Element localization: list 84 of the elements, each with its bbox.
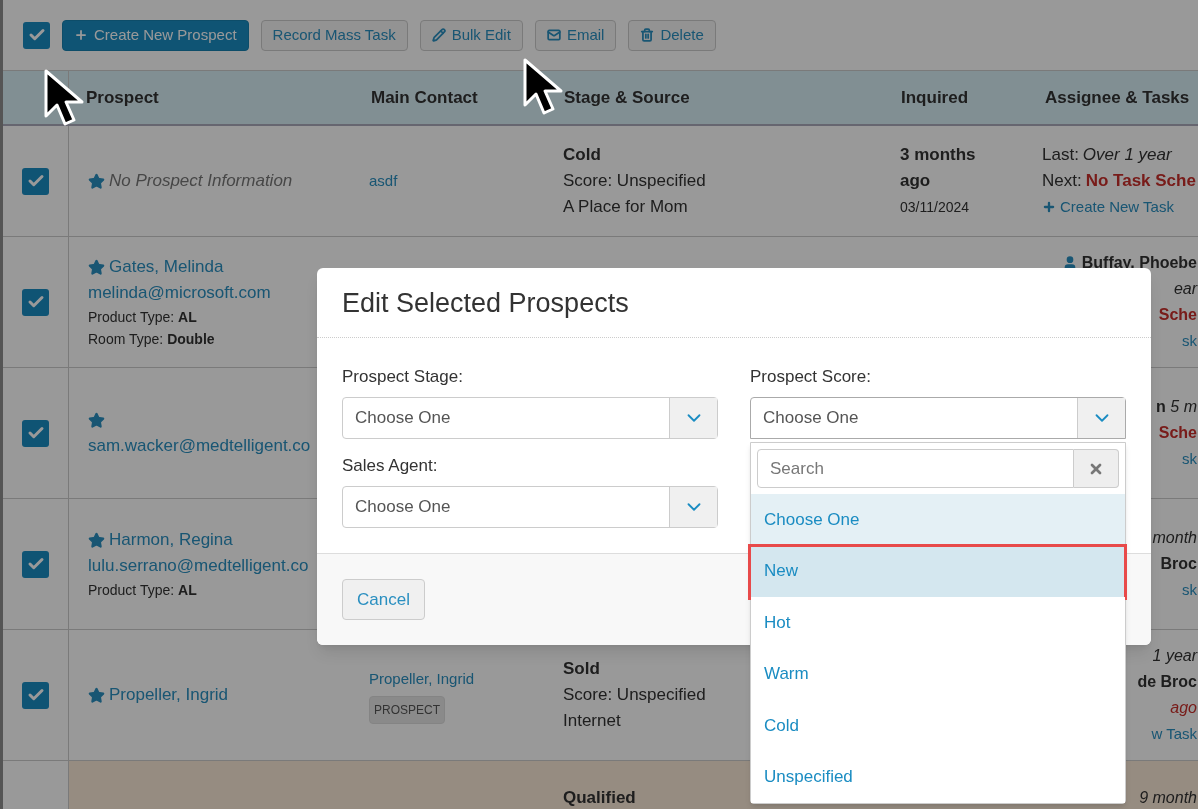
prospect-name: No Prospect Information [109, 170, 293, 192]
info-text: Score: Unspecified [563, 170, 706, 192]
date-text: 03/11/2024 [900, 198, 970, 217]
envelope-icon [546, 28, 561, 42]
checkbox[interactable] [22, 288, 49, 316]
task-label: Next: [1042, 170, 1082, 192]
field-label: Sales Agent: [342, 455, 439, 477]
alert-text: ago [1170, 698, 1197, 718]
checkbox[interactable] [22, 167, 49, 195]
star-icon[interactable] [88, 686, 105, 704]
toolbar-button[interactable]: Record Mass Task [260, 19, 408, 51]
field-label: Prospect Stage: [342, 366, 464, 388]
bold-text: 3 months ago [900, 144, 977, 192]
task-value: Over 1 year [1082, 144, 1172, 166]
italic-text: 1 year [1152, 646, 1197, 666]
star-icon[interactable] [88, 531, 105, 549]
create-task-link[interactable]: Create New Task [1060, 194, 1174, 220]
select-field[interactable]: Choose One [750, 397, 1126, 439]
column-header: Main Contact [371, 86, 478, 109]
task-link[interactable]: sk [1182, 577, 1197, 603]
detail-text: Product Type: AL [88, 581, 197, 600]
task-link[interactable]: sk [1182, 328, 1197, 354]
alert-text: Sche [1158, 305, 1197, 325]
toolbar-button[interactable]: Email [534, 19, 617, 51]
italic-text: month [1152, 528, 1197, 548]
field-label: Prospect Score: [750, 366, 872, 388]
column-header: Prospect [86, 86, 159, 109]
email-link[interactable]: melinda@microsoft.com [88, 280, 271, 306]
dropdown-option[interactable]: Hot [751, 597, 1125, 649]
alert-text: Sche [1158, 423, 1197, 443]
dialog-title: Edit Selected Prospects [342, 289, 629, 316]
info-text: Score: Unspecified [563, 684, 706, 706]
pencil-icon [431, 28, 446, 42]
bold-text: Cold [563, 144, 601, 166]
column-header: Assignee & Tasks [1045, 86, 1190, 109]
cancel-button[interactable]: Cancel [342, 579, 425, 620]
star-icon[interactable] [88, 411, 105, 429]
info-text: A Place for Mom [563, 196, 688, 218]
clear-button[interactable] [1074, 449, 1119, 488]
plus-icon [1042, 200, 1056, 214]
task-link[interactable]: w Task [1151, 721, 1197, 747]
detail-text: Room Type: Double [88, 330, 215, 349]
bold-text: Broc [1160, 554, 1197, 574]
bold-text: Qualified [563, 787, 636, 809]
email-link[interactable]: lulu.serrano@medtelligent.co [88, 553, 309, 579]
toolbar-button[interactable]: Create New Prospect [62, 19, 249, 51]
checkbox[interactable] [23, 21, 50, 49]
prospect-link[interactable]: Propeller, Ingrid [109, 682, 229, 708]
search-field[interactable]: Search [757, 449, 1074, 488]
dropdown-option[interactable]: Choose One [751, 494, 1125, 546]
italic-text: 9 month [1139, 788, 1197, 808]
trash-icon [640, 28, 655, 42]
task-label: Last: [1042, 144, 1079, 166]
dropdown-option[interactable]: Unspecified [751, 751, 1125, 803]
email-link[interactable]: sam.wacker@medtelligent.co [88, 433, 311, 459]
dropdown-option[interactable]: Warm [751, 648, 1125, 700]
dropdown-option[interactable]: Cold [751, 700, 1125, 752]
toolbar-button[interactable]: Bulk Edit [419, 19, 523, 51]
toolbar-button[interactable]: Delete [628, 19, 716, 51]
info-text: Internet [563, 710, 621, 732]
select-field[interactable]: Choose One [342, 397, 718, 439]
dropdown-option[interactable]: New [751, 545, 1125, 597]
plus-icon [74, 28, 88, 42]
task-link[interactable]: asdf [369, 168, 398, 194]
column-header: Stage & Source [564, 86, 690, 109]
italic-text: ear [1173, 279, 1197, 299]
prospect-tag: PROSPECT [369, 696, 445, 724]
prospect-link[interactable]: Gates, Melinda [109, 254, 224, 280]
task-text: n 5 m [1156, 397, 1197, 417]
star-icon[interactable] [88, 258, 105, 276]
checkbox[interactable] [22, 550, 49, 578]
assignee-name: Buffay, Phoebe [1081, 253, 1197, 273]
task-link[interactable]: sk [1182, 446, 1197, 472]
bold-text: de Broc [1137, 672, 1197, 692]
column-header: Inquired [901, 86, 969, 109]
prospect-link[interactable]: Harmon, Regina [109, 527, 233, 553]
checkbox[interactable] [22, 419, 49, 447]
select-field[interactable]: Choose One [342, 486, 718, 528]
detail-text: Product Type: AL [88, 308, 197, 327]
bold-text: Sold [563, 658, 600, 680]
task-link[interactable]: Propeller, Ingrid [369, 666, 475, 692]
star-icon[interactable] [88, 172, 105, 190]
checkbox[interactable] [22, 681, 49, 709]
task-value: No Task Sche [1085, 170, 1196, 192]
